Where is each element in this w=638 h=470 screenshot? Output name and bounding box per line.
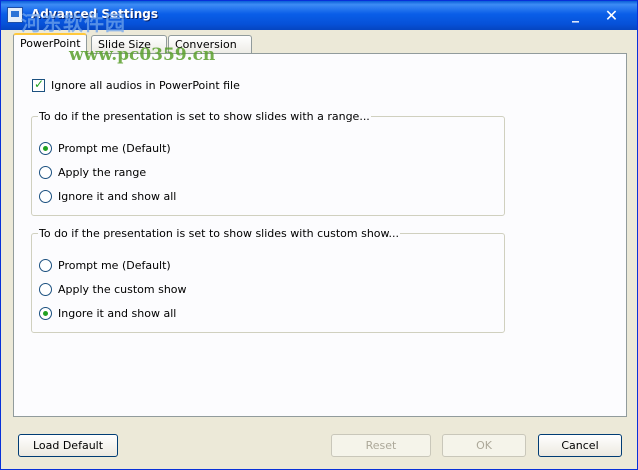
title-bar[interactable]: Advanced Settings 河东软件园 _ ✕	[1, 1, 637, 35]
custom-option-apply[interactable]: Apply the custom show	[39, 283, 187, 296]
radio-button[interactable]	[39, 283, 52, 296]
load-default-button[interactable]: Load Default	[18, 434, 118, 457]
custom-option-ignore[interactable]: Ingore it and show all	[39, 307, 176, 320]
range-group: To do if the presentation is set to show…	[31, 110, 505, 216]
tab-panel-powerpoint: ✓ Ignore all audios in PowerPoint file T…	[13, 53, 627, 417]
checkmark-icon: ✓	[34, 77, 45, 91]
radio-label: Prompt me (Default)	[58, 259, 171, 272]
range-group-title: To do if the presentation is set to show…	[38, 110, 371, 123]
custom-show-group: To do if the presentation is set to show…	[31, 227, 505, 333]
watermark-text: 河东软件园	[21, 11, 126, 35]
watermark-url: www.pc0359.cn	[69, 45, 216, 65]
ignore-audio-label: Ignore all audios in PowerPoint file	[51, 79, 240, 92]
radio-button[interactable]	[39, 190, 52, 203]
custom-group-title: To do if the presentation is set to show…	[38, 227, 401, 240]
ignore-audio-checkbox[interactable]: ✓	[32, 77, 45, 92]
radio-label: Ignore it and show all	[58, 190, 177, 203]
ok-button[interactable]: OK	[442, 434, 526, 457]
minimize-icon[interactable]: _	[565, 6, 586, 27]
range-option-prompt[interactable]: Prompt me (Default)	[39, 142, 171, 155]
radio-button[interactable]	[39, 142, 52, 155]
range-option-ignore[interactable]: Ignore it and show all	[39, 190, 176, 203]
reset-button[interactable]: Reset	[331, 434, 431, 457]
range-option-apply[interactable]: Apply the range	[39, 166, 146, 179]
cancel-button[interactable]: Cancel	[538, 434, 622, 457]
advanced-settings-window: Advanced Settings 河东软件园 _ ✕ www.pc0359.c…	[0, 0, 638, 470]
radio-button[interactable]	[39, 259, 52, 272]
radio-label: Ingore it and show all	[58, 307, 177, 320]
radio-label: Apply the custom show	[58, 283, 187, 296]
radio-button[interactable]	[39, 307, 52, 320]
close-icon[interactable]: ✕	[601, 6, 622, 27]
radio-button[interactable]	[39, 166, 52, 179]
radio-label: Apply the range	[58, 166, 147, 179]
ignore-audio-option[interactable]: ✓ Ignore all audios in PowerPoint file	[32, 77, 240, 92]
radio-label: Prompt me (Default)	[58, 142, 171, 155]
custom-option-prompt[interactable]: Prompt me (Default)	[39, 259, 171, 272]
